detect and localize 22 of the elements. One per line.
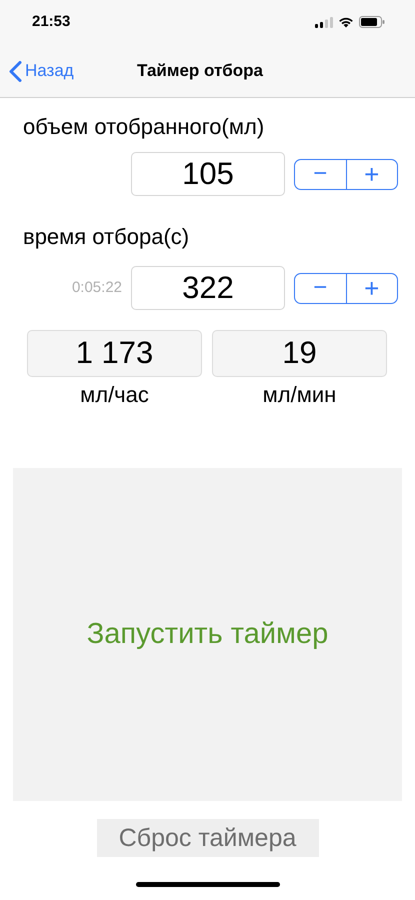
- time-hint: 0:05:22: [72, 278, 122, 298]
- wifi-icon: [338, 16, 354, 28]
- unit-label: мл/мин: [262, 381, 336, 409]
- reset-timer-button[interactable]: Сброс таймера: [96, 819, 318, 857]
- duration-field[interactable]: 322: [131, 266, 285, 310]
- result-field: 19: [212, 330, 387, 377]
- back-link[interactable]: Назад: [0, 58, 74, 84]
- decrement-button[interactable]: −: [295, 274, 346, 302]
- increment-button[interactable]: +: [346, 160, 397, 188]
- signal-icon: [315, 16, 333, 28]
- increment-button[interactable]: +: [346, 274, 397, 302]
- decrement-button[interactable]: −: [295, 160, 346, 188]
- battery-icon: [359, 16, 385, 28]
- duration-label: время отбора(с): [22, 223, 190, 251]
- volume-field[interactable]: 105: [131, 152, 285, 196]
- status-time: 21:53: [31, 12, 70, 32]
- start-timer-button[interactable]: Запустить таймер: [13, 468, 402, 801]
- volume-label: объем отобранного(мл): [22, 113, 266, 141]
- unit-label: мл/час: [80, 381, 149, 409]
- back-chevron-icon: [9, 60, 22, 82]
- result-field: 1 173: [27, 330, 202, 377]
- screen-title: Таймер отбора: [137, 60, 264, 82]
